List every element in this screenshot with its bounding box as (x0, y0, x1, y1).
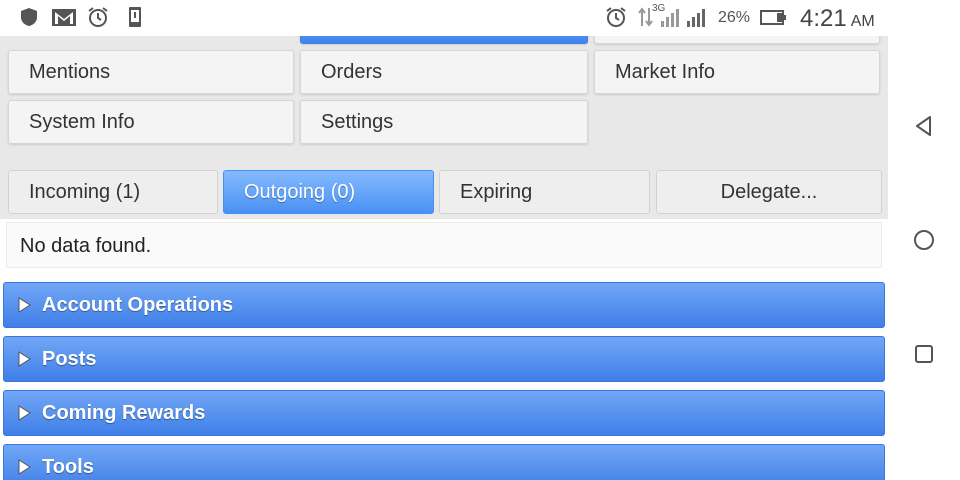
section-label: Coming Rewards (42, 402, 206, 424)
tab-expiring[interactable]: Expiring (439, 170, 650, 214)
tab-incoming[interactable]: Incoming (1) (8, 170, 218, 214)
navigation-bar (888, 0, 960, 480)
section-tools[interactable]: Tools (3, 444, 885, 480)
menu-button-partial[interactable] (594, 36, 880, 44)
tab-outgoing[interactable]: Outgoing (0) (223, 170, 434, 214)
alarm-icon (88, 7, 108, 27)
clock: 4:21 AM (800, 5, 875, 33)
menu-button-settings[interactable]: Settings (300, 100, 588, 144)
triangle-right-icon (18, 459, 31, 475)
tab-delegate[interactable]: Delegate... (656, 170, 882, 214)
phone-icon (129, 7, 141, 27)
status-bar: 3G 26% 4:21 AM (0, 0, 888, 36)
alarm-icon (606, 7, 626, 27)
section-label: Tools (42, 456, 94, 478)
section-label: Account Operations (42, 294, 234, 316)
gmail-icon (52, 9, 76, 26)
recents-icon[interactable] (912, 342, 936, 366)
triangle-right-icon (18, 351, 31, 367)
section-posts[interactable]: Posts (3, 336, 885, 382)
section-label: Posts (42, 348, 97, 370)
triangle-right-icon (18, 297, 31, 313)
section-account-operations[interactable]: Account Operations (3, 282, 885, 328)
home-icon[interactable] (912, 228, 936, 252)
clock-ampm: AM (850, 13, 875, 30)
triangle-right-icon (18, 405, 31, 421)
page-content: Mentions Orders Market Info System Info … (0, 36, 888, 480)
signal-icon (661, 9, 679, 27)
clock-time: 4:21 (800, 5, 847, 32)
menu-button-market-info[interactable]: Market Info (594, 50, 880, 94)
section-coming-rewards[interactable]: Coming Rewards (3, 390, 885, 436)
empty-state-message: No data found. (6, 222, 882, 268)
battery-percent: 26% (718, 9, 751, 26)
signal-icon (687, 9, 705, 27)
back-icon[interactable] (912, 114, 936, 138)
menu-button-system-info[interactable]: System Info (8, 100, 294, 144)
battery-icon (760, 10, 786, 25)
shield-icon (21, 8, 37, 26)
menu-button-active[interactable] (300, 36, 588, 44)
menu-button-orders[interactable]: Orders (300, 50, 588, 94)
menu-button-mentions[interactable]: Mentions (8, 50, 294, 94)
tabs-bar: Incoming (1) Outgoing (0) Expiring Deleg… (0, 163, 888, 219)
